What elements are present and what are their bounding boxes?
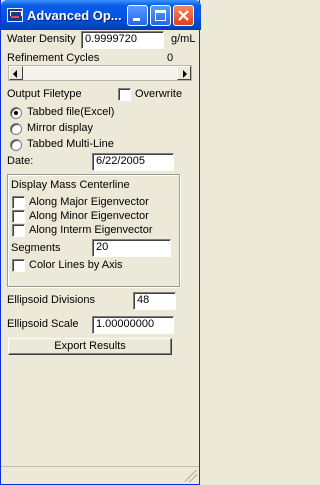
maximize-icon [155, 10, 166, 21]
refinement-cycles-slider[interactable] [8, 65, 192, 81]
app-icon[interactable] [7, 8, 23, 22]
overwrite-label: Overwrite [135, 88, 183, 100]
title-bar[interactable]: Advanced Op... [1, 0, 201, 30]
ellipsoid-divisions-label: Ellipsoid Divisions [7, 294, 96, 306]
tabbed-file-radio[interactable] [10, 107, 22, 119]
mirror-display-radio[interactable] [10, 123, 22, 135]
date-input[interactable]: 6/22/2005 [92, 153, 174, 171]
resize-grip-icon[interactable] [185, 470, 197, 482]
close-button[interactable] [173, 5, 194, 26]
color-lines-label: Color Lines by Axis [29, 259, 123, 271]
tabbed-multiline-radio[interactable] [10, 139, 22, 151]
ellipsoid-scale-label: Ellipsoid Scale [7, 318, 79, 330]
slider-left-button[interactable] [9, 66, 23, 80]
interm-eigenvector-checkbox[interactable] [12, 224, 25, 237]
maximize-button[interactable] [150, 5, 171, 26]
close-icon [178, 10, 189, 21]
refinement-cycles-value: 0 [167, 52, 174, 64]
mass-centerline-group: Display Mass Centerline Along Major Eige… [7, 174, 180, 287]
major-eigenvector-label: Along Major Eigenvector [29, 196, 149, 208]
window-title: Advanced Op... [27, 8, 122, 23]
export-results-button[interactable]: Export Results [8, 338, 172, 355]
mass-centerline-title: Display Mass Centerline [11, 179, 130, 191]
interm-eigenvector-label: Along Interm Eigenvector [29, 224, 153, 236]
water-density-label: Water Density [7, 33, 76, 45]
tabbed-file-label: Tabbed file(Excel) [27, 106, 115, 118]
major-eigenvector-checkbox[interactable] [12, 196, 25, 209]
minimize-button[interactable] [127, 5, 148, 26]
date-label: Date: [7, 155, 34, 167]
ellipsoid-scale-input[interactable]: 1.00000000 [92, 316, 174, 334]
advanced-options-window: Advanced Op... Water Density 0.9999720 g… [0, 0, 201, 485]
color-lines-checkbox[interactable] [12, 259, 25, 272]
segments-label: Segments [11, 242, 61, 254]
slider-right-button[interactable] [177, 66, 191, 80]
overwrite-checkbox[interactable] [118, 88, 131, 101]
mirror-display-label: Mirror display [27, 122, 94, 134]
minor-eigenvector-label: Along Minor Eigenvector [29, 210, 149, 222]
ellipsoid-divisions-input[interactable]: 48 [133, 292, 176, 310]
refinement-cycles-label: Refinement Cycles [7, 52, 100, 64]
minor-eigenvector-checkbox[interactable] [12, 210, 25, 223]
output-filetype-label: Output Filetype [7, 88, 82, 100]
water-density-input[interactable]: 0.9999720 [81, 31, 164, 49]
status-bar [1, 466, 199, 484]
segments-input[interactable]: 20 [92, 239, 171, 257]
minimize-icon [133, 18, 140, 21]
tabbed-multiline-label: Tabbed Multi-Line [27, 138, 114, 150]
water-density-unit: g/mL [171, 33, 196, 45]
